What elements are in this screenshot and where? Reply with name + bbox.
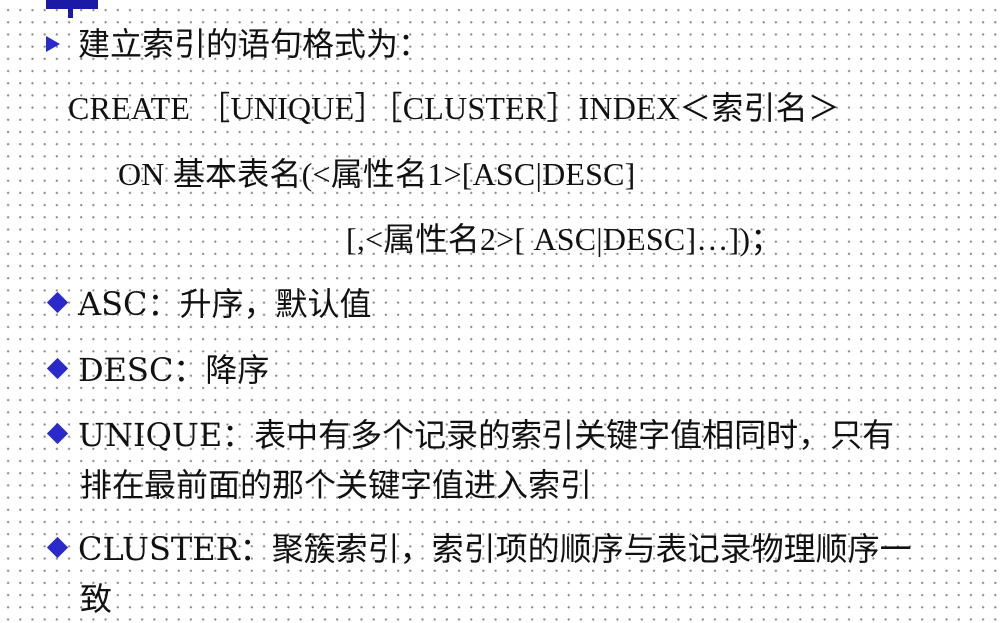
list-item-unique: UNIQUE：表中有多个记录的索引关键字值相同时，只有 — [46, 411, 894, 459]
slide-corner-tick — [68, 0, 73, 18]
list-item-cluster-text-2: 致 — [80, 580, 113, 618]
list-item-cluster-text: CLUSTER：聚簇索引，索引项的顺序与表记录物理顺序一 — [78, 530, 912, 568]
syntax-line-2: ON 基本表名(<属性名1>[ASC|DESC] — [118, 156, 636, 192]
diamond-icon — [46, 291, 69, 314]
list-item-unique-text: UNIQUE：表中有多个记录的索引关键字值相同时，只有 — [78, 416, 895, 454]
diamond-icon — [46, 357, 69, 380]
list-item-desc: DESC：降序 — [46, 346, 269, 394]
diamond-icon — [46, 422, 69, 445]
list-item-desc-text: DESC：降序 — [78, 351, 270, 389]
syntax-line-3: [,<属性名2>[ ASC|DESC]…])； — [346, 221, 783, 257]
heading-text: 建立索引的语句格式为： — [78, 25, 431, 63]
diamond-icon — [46, 536, 69, 559]
arrow-icon — [46, 35, 60, 52]
list-item-unique-continued: 排在最前面的那个关键字值进入索引 — [80, 461, 592, 509]
list-item-asc-text: ASC：升序，默认值 — [78, 285, 372, 323]
list-item-unique-text-2: 排在最前面的那个关键字值进入索引 — [80, 466, 593, 504]
list-item-asc: ASC：升序，默认值 — [46, 280, 372, 328]
list-item-cluster-continued: 致 — [80, 575, 112, 623]
heading-line: 建立索引的语句格式为： — [46, 24, 430, 64]
syntax-line-1: CREATE ［UNIQUE］［CLUSTER］INDEX＜索引名＞ — [68, 90, 841, 126]
list-item-cluster: CLUSTER：聚簇索引，索引项的顺序与表记录物理顺序一 — [46, 525, 912, 573]
